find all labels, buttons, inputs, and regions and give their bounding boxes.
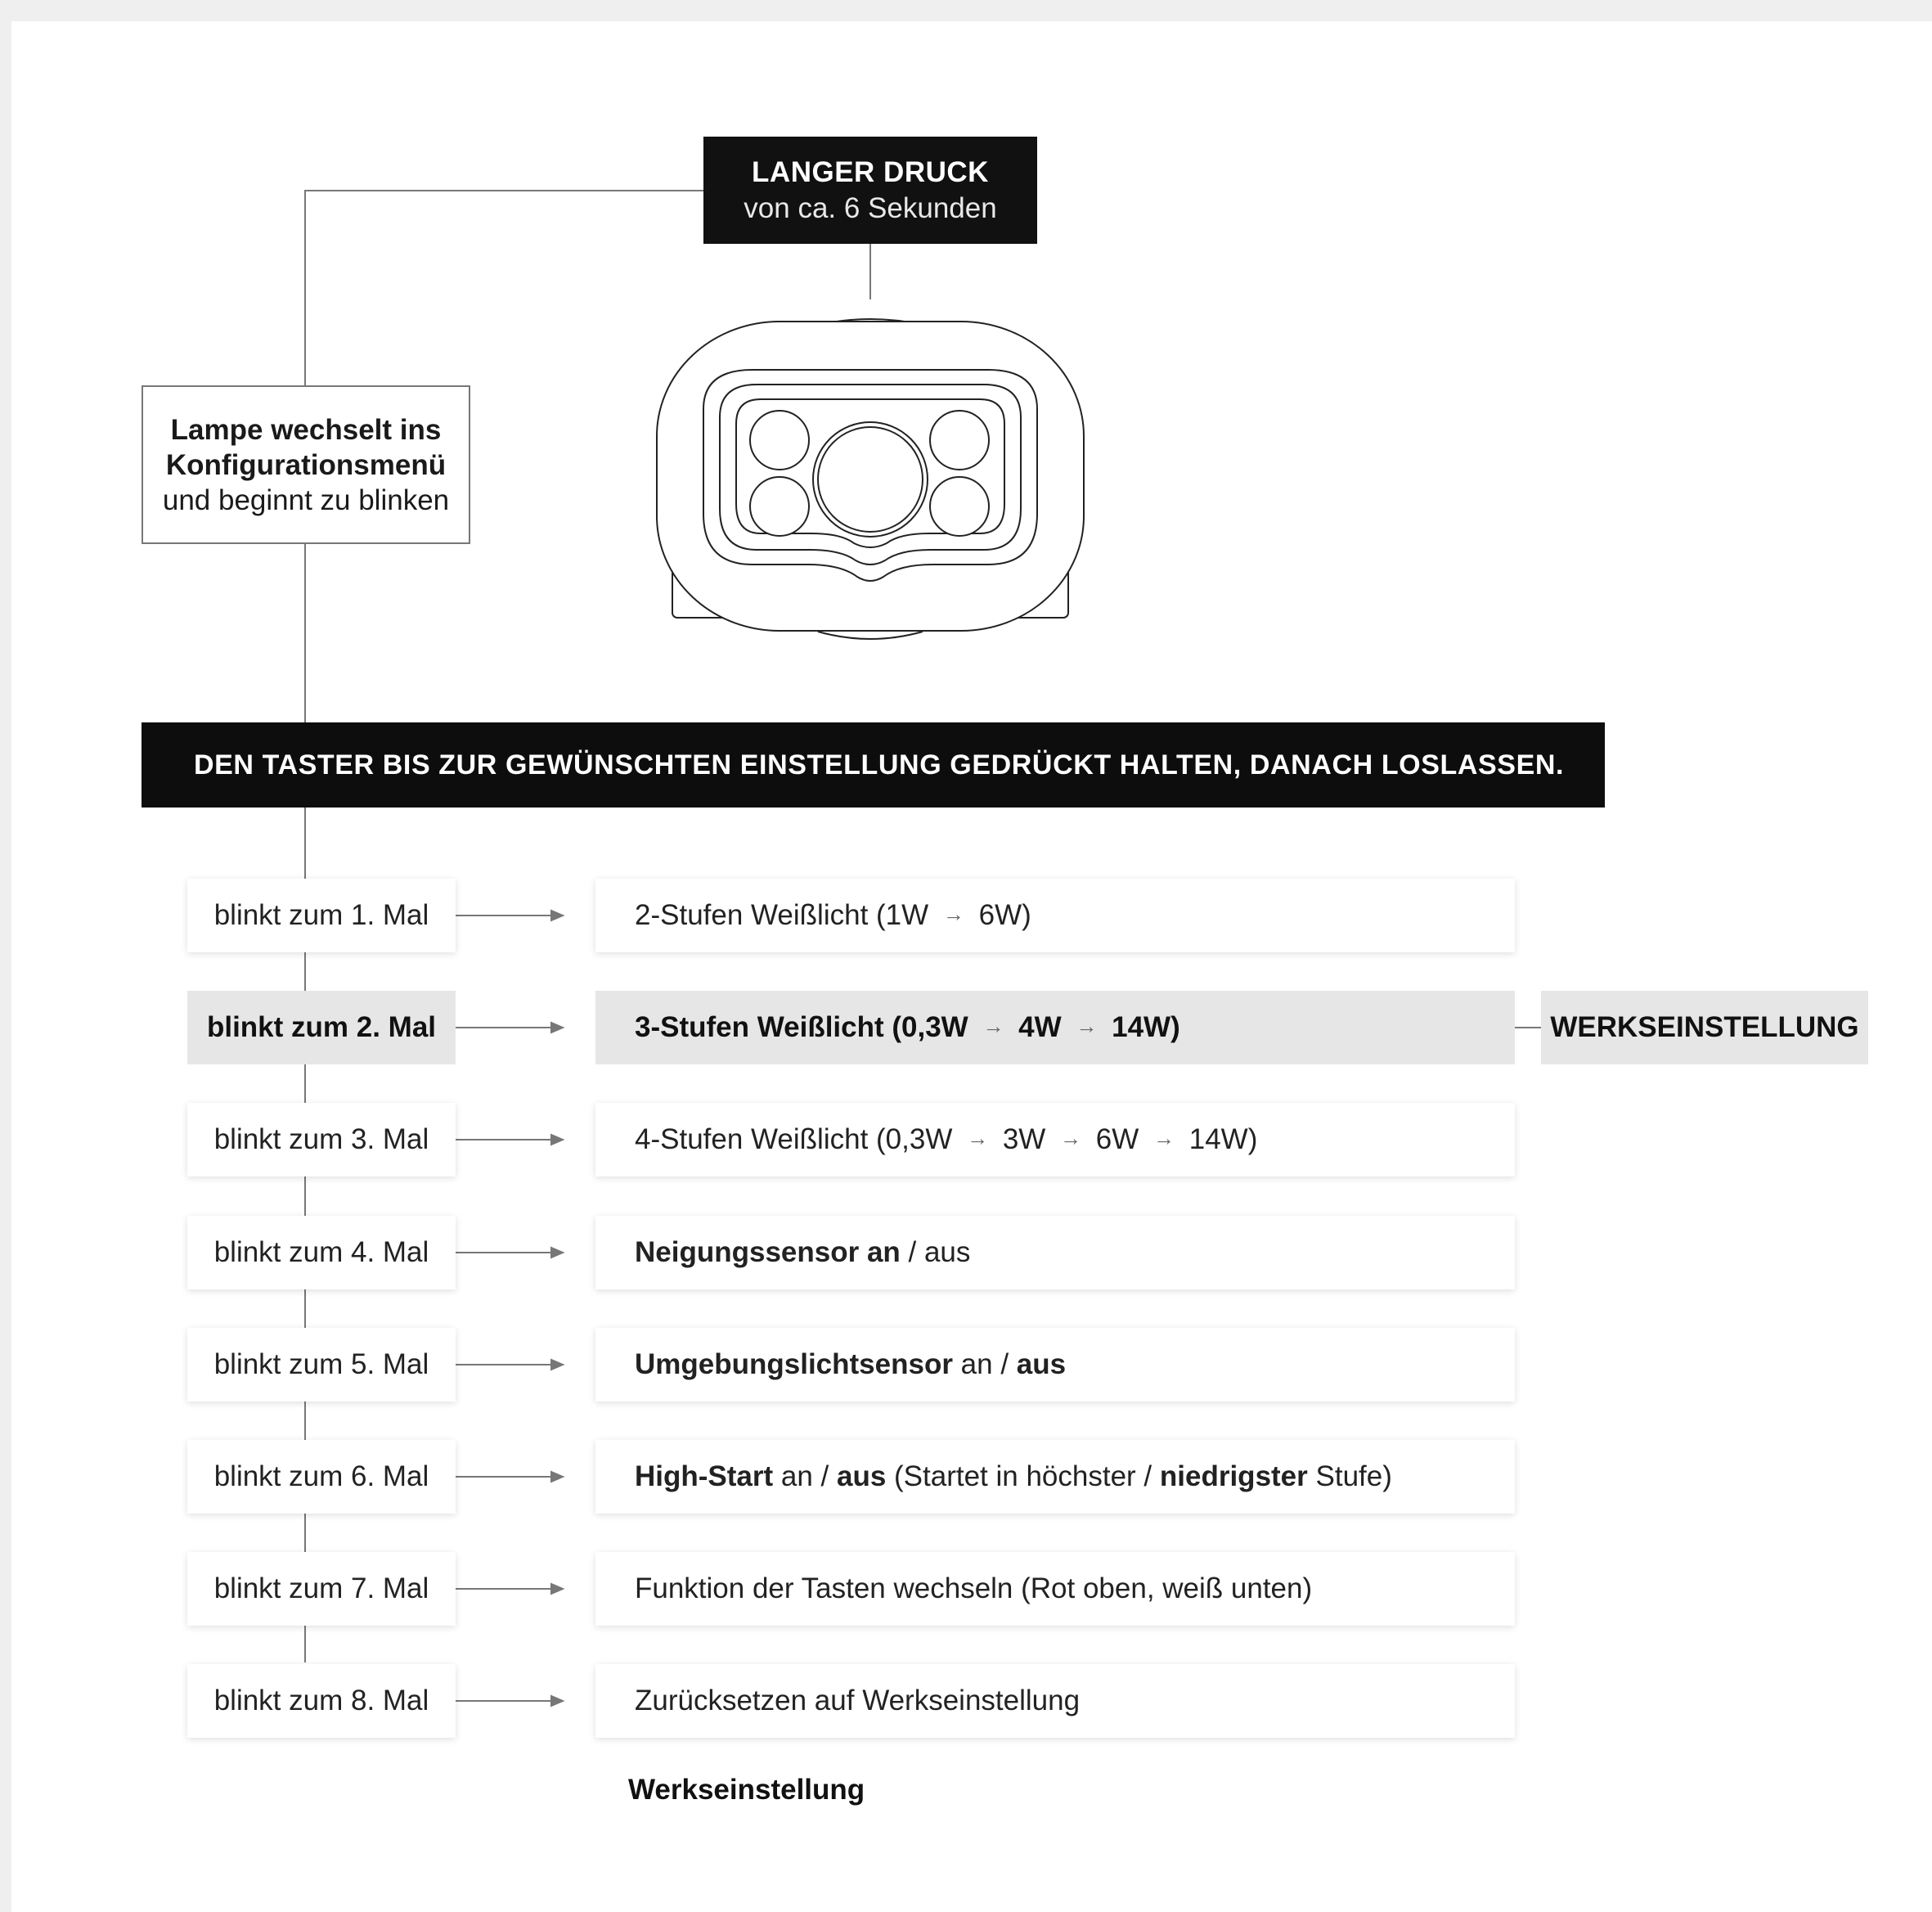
long-press-box: LANGER DRUCK von ca. 6 Sekunden xyxy=(703,137,1037,244)
blink-label: blinkt zum 4. Mal xyxy=(187,1216,456,1289)
result-text: / aus xyxy=(900,1236,971,1268)
blink-label: blinkt zum 2. Mal xyxy=(187,991,456,1064)
result-text: 2-Stufen Weißlicht (1W xyxy=(635,899,937,931)
settings-row: blinkt zum 1. Mal 2-Stufen Weißlicht (1W … xyxy=(0,879,1932,952)
setting-result: 3-Stufen Weißlicht (0,3W → 4W → 14W) xyxy=(595,991,1515,1064)
result-text: aus xyxy=(1016,1348,1067,1380)
result-text: 4-Stufen Weißlicht (0,3W xyxy=(635,1123,961,1155)
blink-label: blinkt zum 3. Mal xyxy=(187,1103,456,1176)
setting-result: Funktion der Tasten wechseln (Rot oben, … xyxy=(595,1552,1515,1626)
settings-row: blinkt zum 3. Mal 4-Stufen Weißlicht (0,3… xyxy=(0,1103,1932,1176)
result-text: (Startet in höchster / xyxy=(886,1460,1160,1492)
arrow-icon: → xyxy=(982,1013,1004,1038)
settings-row: blinkt zum 6. Mal High-Start an / aus (St… xyxy=(0,1440,1932,1514)
setting-result: Umgebungslichtsensor an / aus xyxy=(595,1328,1515,1401)
result-text: 3-Stufen Weißlicht (0,3W xyxy=(635,1011,977,1043)
blink-label: blinkt zum 6. Mal xyxy=(187,1440,456,1514)
result-text: aus xyxy=(836,1460,887,1492)
config-line-2: Konfigurationsmenü xyxy=(165,448,447,481)
settings-row: blinkt zum 7. Mal Funktion der Tasten wec… xyxy=(0,1552,1932,1626)
settings-row: blinkt zum 2. Mal 3-Stufen Weißlicht (0,3… xyxy=(0,991,1932,1064)
result-text: 14W) xyxy=(1103,1011,1180,1043)
legend-factory-setting: Werkseinstellung xyxy=(628,1774,865,1806)
config-menu-box: Lampe wechselt ins Konfigurationsmenü un… xyxy=(142,385,470,544)
setting-result: Neigungssensor an / aus xyxy=(595,1216,1515,1289)
config-line-3: und beginnt zu blinken xyxy=(162,484,450,516)
setting-result: 4-Stufen Weißlicht (0,3W → 3W → 6W → 14W… xyxy=(595,1103,1515,1176)
blink-label: blinkt zum 1. Mal xyxy=(187,879,456,952)
result-text: niedrigster xyxy=(1159,1460,1308,1492)
result-text: Stufe) xyxy=(1307,1460,1392,1492)
setting-result: Zurücksetzen auf Werkseinstellung xyxy=(595,1664,1515,1738)
arrow-icon: → xyxy=(967,1125,989,1150)
factory-setting-tag: WERKSEINSTELLUNG xyxy=(1541,991,1868,1064)
arrow-icon: → xyxy=(1076,1013,1098,1038)
blink-label: blinkt zum 8. Mal xyxy=(187,1664,456,1738)
result-text: 3W xyxy=(995,1123,1054,1155)
result-text: 14W) xyxy=(1181,1123,1258,1155)
config-line-1: Lampe wechselt ins xyxy=(170,413,442,446)
result-text: Zurücksetzen auf Werkseinstellung xyxy=(635,1685,1081,1716)
settings-row: blinkt zum 8. Mal Zurücksetzen auf Werkse… xyxy=(0,1664,1932,1738)
result-text: High-Start xyxy=(635,1460,774,1492)
blink-label: blinkt zum 5. Mal xyxy=(187,1328,456,1401)
result-text: Funktion der Tasten wechseln (Rot oben, … xyxy=(635,1572,1313,1604)
result-text: an / xyxy=(773,1460,837,1492)
result-text: 4W xyxy=(1010,1011,1070,1043)
setting-result: High-Start an / aus (Startet in höchster… xyxy=(595,1440,1515,1514)
arrow-icon: → xyxy=(1153,1125,1175,1150)
result-text: 6W) xyxy=(970,899,1031,931)
result-text: Umgebungslichtsensor xyxy=(635,1348,953,1380)
result-text: an / xyxy=(952,1348,1017,1380)
long-press-title: LANGER DRUCK xyxy=(752,155,989,188)
blink-label: blinkt zum 7. Mal xyxy=(187,1552,456,1626)
headlamp-illustration xyxy=(656,318,1085,640)
settings-row: blinkt zum 4. Mal Neigungssensor an / aus xyxy=(0,1216,1932,1289)
settings-row: blinkt zum 5. Mal Umgebungslichtsensor an… xyxy=(0,1328,1932,1401)
result-text: Neigungssensor an xyxy=(635,1236,901,1268)
instruction-banner: DEN TASTER BIS ZUR GEWÜNSCHTEN EINSTELLU… xyxy=(142,722,1605,808)
long-press-subtitle: von ca. 6 Sekunden xyxy=(744,191,997,224)
result-text: 6W xyxy=(1088,1123,1147,1155)
setting-result: 2-Stufen Weißlicht (1W → 6W) xyxy=(595,879,1515,952)
arrow-icon: → xyxy=(942,901,964,926)
arrow-icon: → xyxy=(1060,1125,1082,1150)
